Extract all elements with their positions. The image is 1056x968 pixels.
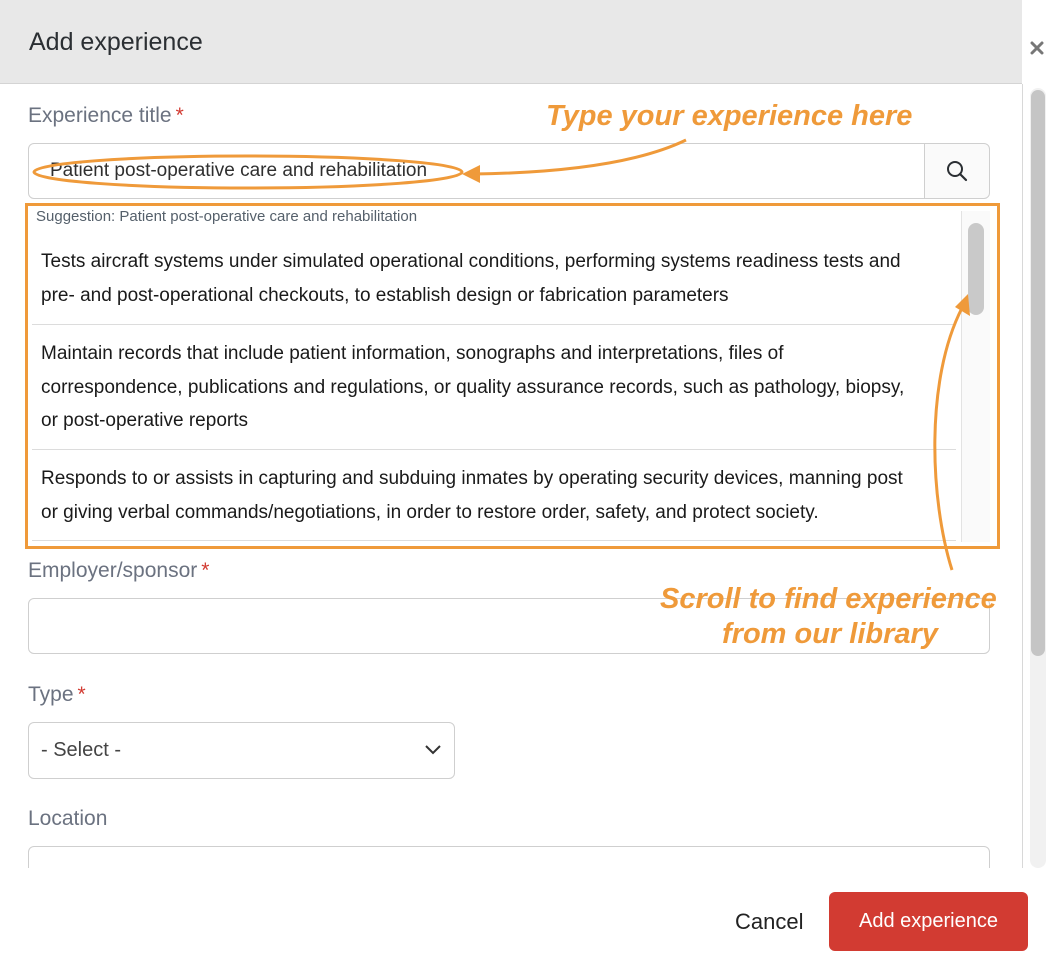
scroll-hint-annotation-line1: Scroll to find experience xyxy=(660,583,997,615)
cancel-button[interactable]: Cancel xyxy=(735,909,803,935)
scroll-arrow-head xyxy=(955,294,970,316)
scroll-arrow xyxy=(933,307,964,571)
title-highlight-ellipse xyxy=(32,154,464,190)
add-experience-button[interactable]: Add experience xyxy=(829,892,1028,951)
type-hint-annotation: Type your experience here xyxy=(546,100,913,132)
type-arrow-head xyxy=(462,165,480,183)
annotation-overlay xyxy=(32,138,970,571)
scroll-hint-annotation-line2: from our library xyxy=(722,618,938,650)
type-arrow xyxy=(473,138,687,176)
